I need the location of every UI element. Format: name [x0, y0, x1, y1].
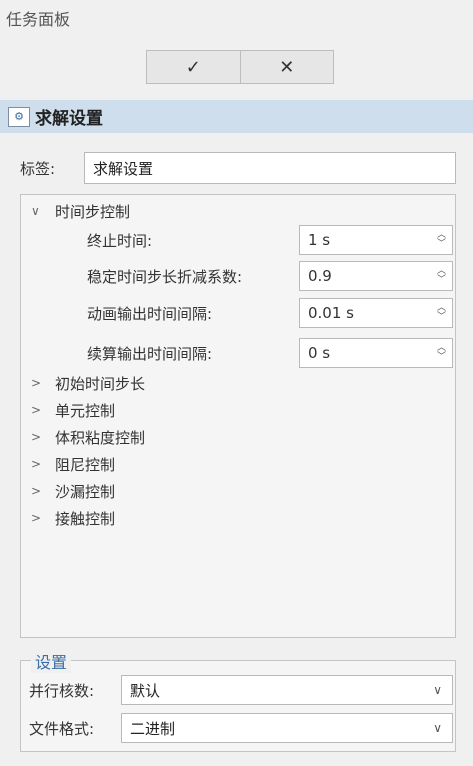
tree-group-label: 阻尼控制 — [55, 455, 116, 474]
property-label: 续算输出时间间隔: — [87, 344, 213, 363]
chevron-right-icon: > — [31, 403, 42, 417]
property-row: 动画输出时间间隔: 0.01 s ︿ ﹀ — [87, 298, 457, 328]
tree-group-label: 时间步控制 — [55, 202, 131, 221]
section-header: ⚙ 求解设置 — [0, 100, 473, 133]
time-step-scale-spinbox[interactable]: 0.9 ︿ ﹀ — [299, 261, 453, 291]
tree-group-label: 沙漏控制 — [55, 482, 116, 501]
chevron-expanded-icon: ∨ — [31, 204, 40, 218]
tree-group-initial-step[interactable]: > 初始时间步长 — [31, 371, 145, 395]
select-value: 默认 — [130, 681, 161, 700]
label-caption: 标签: — [20, 159, 56, 178]
spin-down-icon[interactable]: ﹀ — [437, 313, 446, 322]
property-label: 稳定时间步长折减系数: — [87, 267, 243, 286]
spinbox-value: 0.9 — [308, 267, 332, 285]
parallel-cores-row: 并行核数: 默认 ∨ — [29, 675, 453, 705]
cancel-button[interactable]: ✕ — [239, 51, 334, 83]
tree-group-bulk-viscosity[interactable]: > 体积粘度控制 — [31, 425, 145, 449]
action-toolbar: ✓ ✕ — [146, 50, 334, 84]
chevron-right-icon: > — [31, 484, 42, 498]
tree-group-damping[interactable]: > 阻尼控制 — [31, 452, 115, 476]
close-icon: ✕ — [279, 56, 295, 78]
spin-down-icon[interactable]: ﹀ — [437, 353, 446, 362]
task-panel-title: 任务面板 — [6, 10, 71, 29]
tree-group-time-step[interactable]: ∨ 时间步控制 — [31, 199, 130, 223]
spinbox-value: 0.01 s — [308, 304, 354, 322]
tree-group-label: 接触控制 — [55, 509, 116, 528]
label-row: 标签: 求解设置 — [20, 152, 456, 184]
chevron-right-icon: > — [31, 511, 42, 525]
settings-group: 设置 并行核数: 默认 ∨ 文件格式: 二进制 ∨ — [20, 649, 456, 752]
chevron-right-icon: > — [31, 376, 42, 390]
label-input[interactable]: 求解设置 — [84, 152, 456, 184]
tree-group-label: 体积粘度控制 — [55, 428, 146, 447]
spinbox-value: 0 s — [308, 344, 331, 362]
spin-down-icon[interactable]: ﹀ — [437, 276, 446, 285]
section-title: 求解设置 — [35, 109, 103, 129]
settings-icon: ⚙ — [8, 106, 30, 127]
spin-arrows-icon[interactable]: ︿ ﹀ — [437, 231, 446, 249]
chevron-down-icon[interactable]: ∨ — [433, 683, 442, 697]
settings-label: 并行核数: — [29, 681, 95, 700]
animation-interval-spinbox[interactable]: 0.01 s ︿ ﹀ — [299, 298, 453, 328]
ok-button[interactable]: ✓ — [147, 51, 240, 83]
tree-group-label: 单元控制 — [55, 401, 116, 420]
tree-group-hourglass[interactable]: > 沙漏控制 — [31, 479, 115, 503]
property-row: 续算输出时间间隔: 0 s ︿ ﹀ — [87, 338, 457, 368]
parallel-cores-select[interactable]: 默认 ∨ — [121, 675, 453, 705]
settings-group-title: 设置 — [31, 649, 72, 673]
spin-arrows-icon[interactable]: ︿ ﹀ — [437, 344, 446, 362]
chevron-right-icon: > — [31, 430, 42, 444]
end-time-spinbox[interactable]: 1 s ︿ ﹀ — [299, 225, 453, 255]
select-value: 二进制 — [130, 719, 176, 738]
tree-group-contact[interactable]: > 接触控制 — [31, 506, 115, 530]
file-format-select[interactable]: 二进制 ∨ — [121, 713, 453, 743]
property-label: 动画输出时间间隔: — [87, 304, 213, 323]
file-format-row: 文件格式: 二进制 ∨ — [29, 713, 453, 743]
property-tree: ∨ 时间步控制 终止时间: 1 s ︿ ﹀ 稳定时间步长折减系数: 0.9 ︿ … — [20, 194, 456, 638]
property-row: 终止时间: 1 s ︿ ﹀ — [87, 225, 457, 255]
spinbox-value: 1 s — [308, 231, 331, 249]
spin-arrows-icon[interactable]: ︿ ﹀ — [437, 267, 446, 285]
tree-group-label: 初始时间步长 — [55, 374, 146, 393]
check-icon: ✓ — [185, 56, 201, 78]
chevron-down-icon[interactable]: ∨ — [433, 721, 442, 735]
settings-label: 文件格式: — [29, 719, 95, 738]
restart-interval-spinbox[interactable]: 0 s ︿ ﹀ — [299, 338, 453, 368]
property-label: 终止时间: — [87, 231, 153, 250]
chevron-right-icon: > — [31, 457, 42, 471]
property-row: 稳定时间步长折减系数: 0.9 ︿ ﹀ — [87, 261, 457, 291]
tree-group-element-control[interactable]: > 单元控制 — [31, 398, 115, 422]
spin-arrows-icon[interactable]: ︿ ﹀ — [437, 304, 446, 322]
spin-down-icon[interactable]: ﹀ — [437, 240, 446, 249]
